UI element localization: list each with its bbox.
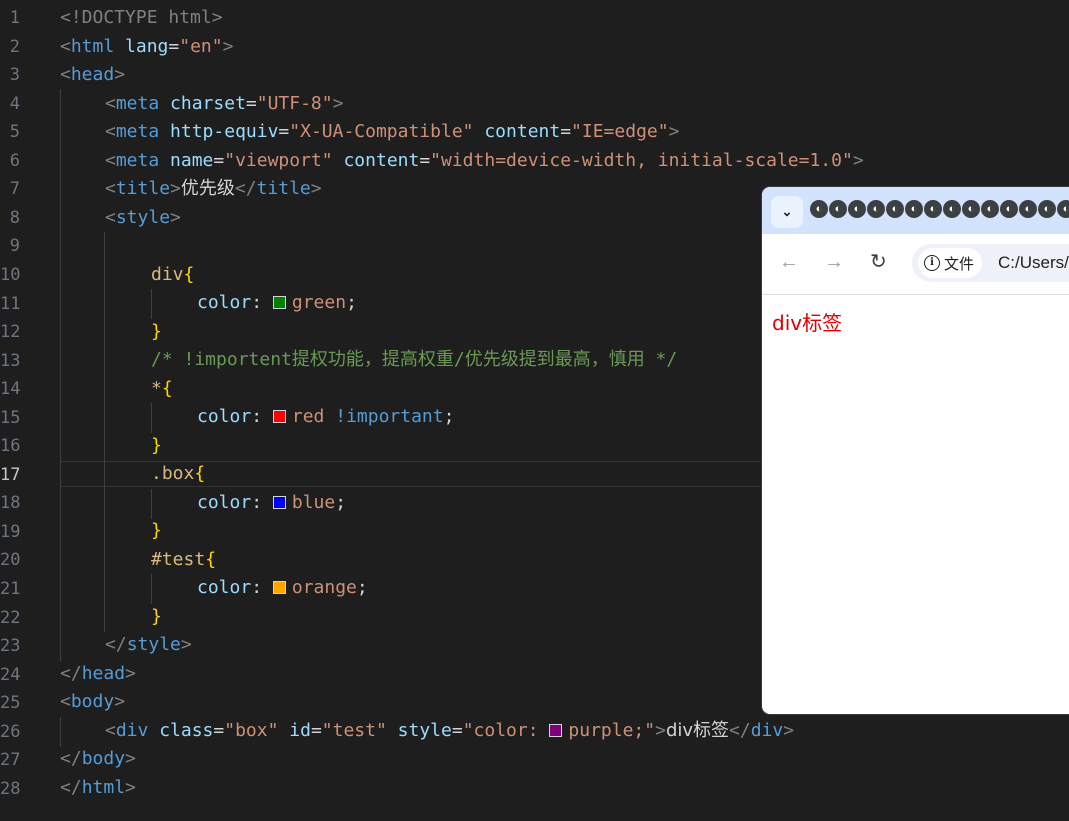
code-line[interactable]: </html> [0,774,1069,802]
css-value: green [291,292,347,313]
tab-strip: ⌄ ◐ ◐ ◐ ◐ ◐ ◐ ◐ ◐ ◐ ◐ ◐ ◐ ◐ ◐ [762,187,1069,234]
color-swatch-purple[interactable] [549,724,563,737]
content-value: "IE=edge" [571,121,669,142]
http-equiv-value: "X-UA-Compatible" [289,121,474,142]
tab-favicon-icon[interactable]: ◐ [886,200,904,218]
important-flag: !important [335,406,444,427]
forward-arrow-icon[interactable]: → [824,252,844,272]
address-bar[interactable]: i 文件 C:/Users/ [912,244,1069,282]
code-line[interactable]: </body> [0,745,1069,773]
tab-favicon-icon[interactable]: ◐ [810,200,828,218]
color-swatch-blue[interactable] [272,496,286,509]
chevron-down-icon[interactable]: ⌄ [771,196,803,228]
css-comment: /* !importent提权功能，提高权重/优先级提到最高，慎用 */ [151,349,678,370]
style-open: "color: [462,720,550,741]
code-line[interactable]: <div class="box" id="test" style="color:… [0,717,1069,745]
css-property: color [197,577,252,598]
reload-icon[interactable]: ↻ [870,252,887,272]
site-info-label: 文件 [944,254,975,273]
tab-favicon-icon[interactable]: ◐ [924,200,942,218]
line-number: 9 [9,236,20,257]
browser-toolbar: ← → ↻ i 文件 C:/Users/ [762,234,1069,295]
css-property: color [197,406,252,427]
code-line[interactable]: <head> [0,61,1069,89]
tab-favicon-icon[interactable]: ◐ [981,200,999,218]
color-swatch-red[interactable] [272,410,286,423]
code-line[interactable]: <!DOCTYPE html> [0,4,1069,32]
tab-favicon-icon[interactable]: ◐ [962,200,980,218]
site-info-chip[interactable]: i 文件 [918,248,983,278]
tab-favicon-icon[interactable]: ◐ [848,200,866,218]
back-arrow-icon[interactable]: ← [779,252,799,272]
style-value: purple;" [568,720,656,741]
tab-favicon-icon[interactable]: ◐ [867,200,885,218]
selector: * [151,378,162,399]
css-value: blue [291,492,336,513]
charset-value: "UTF-8" [256,93,333,114]
color-swatch-orange[interactable] [272,581,286,594]
code-line[interactable]: <meta charset="UTF-8"> [0,90,1069,118]
tab-favicon-icon[interactable]: ◐ [1057,200,1069,218]
css-property: color [197,292,252,313]
selector: div [151,264,184,285]
selector: #test [151,549,206,570]
tab-favicon-icon[interactable]: ◐ [829,200,847,218]
browser-window[interactable]: ⌄ ◐ ◐ ◐ ◐ ◐ ◐ ◐ ◐ ◐ ◐ ◐ ◐ ◐ ◐ ← → ↻ i 文件 C:/Users/ di… [762,187,1069,714]
tab-favicon-icon[interactable]: ◐ [943,200,961,218]
color-swatch-green[interactable] [272,296,286,309]
code-line[interactable]: <meta http-equiv="X-UA-Compatible" conte… [0,118,1069,146]
class-value: "box" [224,720,279,741]
lang-value: "en" [179,36,223,57]
viewport-content-value: "width=device-width, initial-scale=1.0" [430,150,853,171]
tab-list: ◐ ◐ ◐ ◐ ◐ ◐ ◐ ◐ ◐ ◐ ◐ ◐ ◐ ◐ [810,200,1069,218]
tab-favicon-icon[interactable]: ◐ [905,200,923,218]
css-value: orange [291,577,357,598]
tab-favicon-icon[interactable]: ◐ [1019,200,1037,218]
code-line[interactable]: <html lang="en"> [0,33,1069,61]
div-text: div标签 [665,720,730,741]
info-icon: i [924,255,940,271]
css-property: color [197,492,252,513]
title-text: 优先级 [180,178,235,199]
css-value: red [291,406,325,427]
rendered-div: div标签 [772,311,843,335]
url-text[interactable]: C:/Users/ [998,253,1069,273]
tab-favicon-icon[interactable]: ◐ [1038,200,1056,218]
code-line[interactable]: <meta name="viewport" content="width=dev… [0,147,1069,175]
name-value: "viewport" [224,150,333,171]
tab-favicon-icon[interactable]: ◐ [1000,200,1018,218]
id-value: "test" [321,720,387,741]
selector: .box [151,463,195,484]
doctype: <!DOCTYPE html> [60,7,223,28]
